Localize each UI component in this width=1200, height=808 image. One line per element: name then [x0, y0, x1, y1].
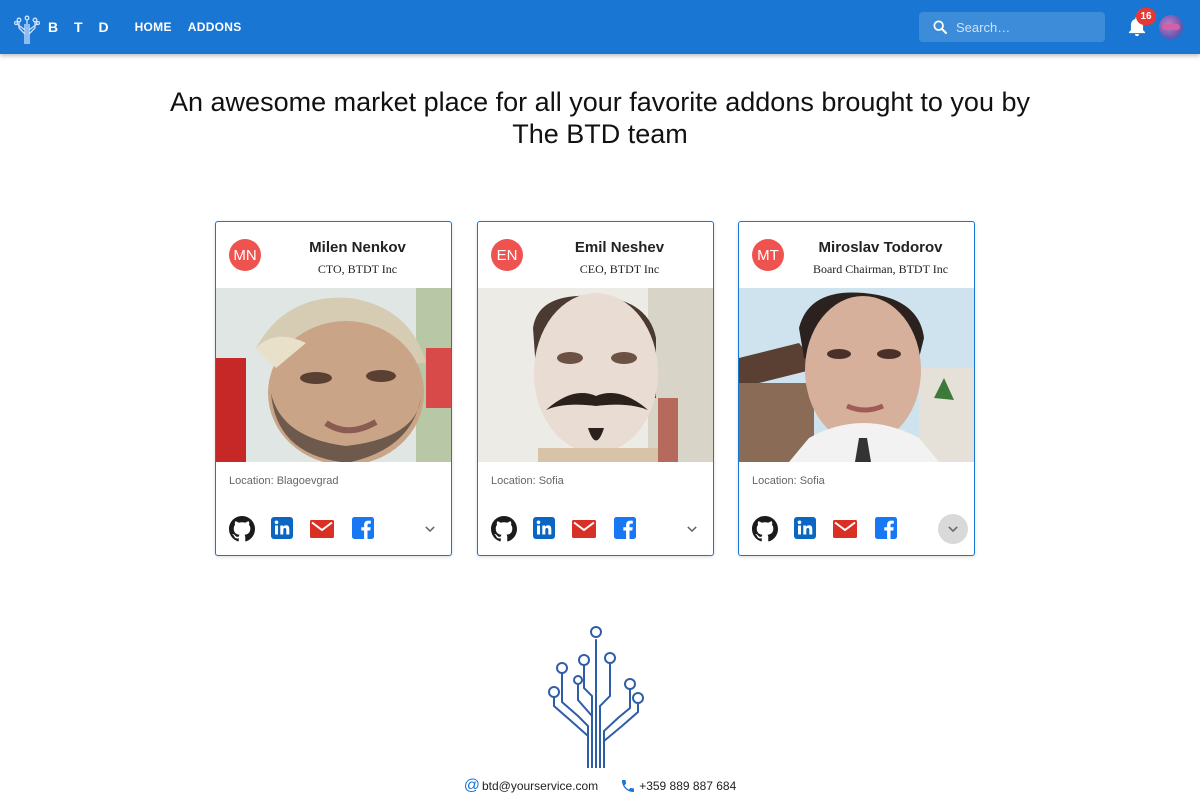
member-location: Location: Blagoevgrad — [229, 475, 339, 487]
linkedin-link[interactable] — [793, 516, 819, 542]
expand-button[interactable] — [938, 514, 968, 544]
contact-email[interactable]: @ btd@yourservice.com — [464, 778, 598, 794]
chevron-down-icon — [682, 519, 702, 539]
email-link[interactable] — [833, 520, 859, 546]
member-role: CTO, BTDT Inc — [317, 262, 398, 276]
linkedin-icon — [532, 516, 556, 540]
search-icon — [933, 20, 947, 34]
brand-text: B T D — [48, 19, 115, 35]
github-link[interactable] — [491, 516, 517, 542]
github-icon — [229, 516, 255, 542]
card-header: EN Emil Neshev CEO, BTDT Inc — [478, 222, 713, 288]
card-header: MN Milen Nenkov CTO, BTDT Inc — [216, 222, 451, 288]
search-input[interactable] — [956, 19, 1096, 35]
social-links — [216, 516, 451, 544]
linkedin-icon — [270, 516, 294, 540]
nav-addons[interactable]: ADDONS — [180, 0, 250, 54]
member-name: Emil Neshev — [574, 239, 665, 256]
email-link[interactable] — [572, 520, 598, 546]
expand-button[interactable] — [415, 514, 445, 544]
user-avatar[interactable] — [1159, 15, 1183, 39]
member-name: Milen Nenkov — [309, 239, 406, 256]
linkedin-link[interactable] — [532, 516, 558, 542]
page-headline: An awesome market place for all your fav… — [170, 87, 1030, 149]
initials-avatar: EN — [491, 239, 523, 271]
expand-button[interactable] — [677, 514, 707, 544]
main-nav: HOME ADDONS — [127, 0, 250, 54]
initials-avatar: MN — [229, 239, 261, 271]
member-photo — [478, 288, 713, 462]
github-icon — [752, 516, 778, 542]
tree-logo-icon — [14, 15, 40, 44]
notification-badge: 16 — [1136, 8, 1156, 25]
facebook-icon — [613, 516, 637, 540]
phone-icon — [622, 780, 635, 792]
brand-logo[interactable]: B T D — [14, 0, 115, 54]
email-icon — [833, 520, 857, 538]
member-role: Board Chairman, BTDT Inc — [812, 262, 949, 276]
facebook-icon — [351, 516, 375, 540]
github-link[interactable] — [752, 516, 778, 542]
facebook-link[interactable] — [613, 516, 639, 542]
member-photo — [739, 288, 974, 462]
footer-tree-logo-icon — [548, 626, 644, 768]
member-location: Location: Sofia — [752, 475, 825, 487]
email-text: btd@yourservice.com — [481, 779, 599, 793]
linkedin-link[interactable] — [270, 516, 296, 542]
search-box[interactable] — [919, 12, 1105, 42]
chevron-down-icon — [420, 519, 440, 539]
app-bar: B T D HOME ADDONS 16 — [0, 0, 1200, 54]
member-name: Miroslav Todorov — [818, 239, 943, 256]
facebook-icon — [874, 516, 898, 540]
phone-text: +359 889 887 684 — [639, 779, 737, 793]
initials-avatar: MT — [752, 239, 784, 271]
facebook-link[interactable] — [351, 516, 377, 542]
card-header: MT Miroslav Todorov Board Chairman, BTDT… — [739, 222, 974, 288]
social-links — [478, 516, 713, 544]
email-icon — [310, 520, 334, 538]
nav-home[interactable]: HOME — [127, 0, 180, 54]
contact-phone[interactable]: +359 889 887 684 — [620, 778, 736, 794]
member-location: Location: Sofia — [491, 475, 564, 487]
member-photo — [216, 288, 451, 462]
facebook-link[interactable] — [874, 516, 900, 542]
chevron-down-icon — [943, 519, 963, 539]
footer-contacts: @ btd@yourservice.com +359 889 887 684 — [0, 776, 1200, 796]
email-icon — [572, 520, 596, 538]
linkedin-icon — [793, 516, 817, 540]
member-role: CEO, BTDT Inc — [579, 262, 660, 276]
at-icon: @ — [463, 777, 480, 794]
github-link[interactable] — [229, 516, 255, 542]
team-card-milen: MN Milen Nenkov CTO, BTDT Inc Location: … — [215, 221, 452, 556]
github-icon — [491, 516, 517, 542]
team-card-emil: EN Emil Neshev CEO, BTDT Inc Location: S… — [477, 221, 714, 556]
social-links — [739, 514, 974, 546]
team-card-miroslav: MT Miroslav Todorov Board Chairman, BTDT… — [738, 221, 975, 556]
email-link[interactable] — [310, 520, 336, 546]
